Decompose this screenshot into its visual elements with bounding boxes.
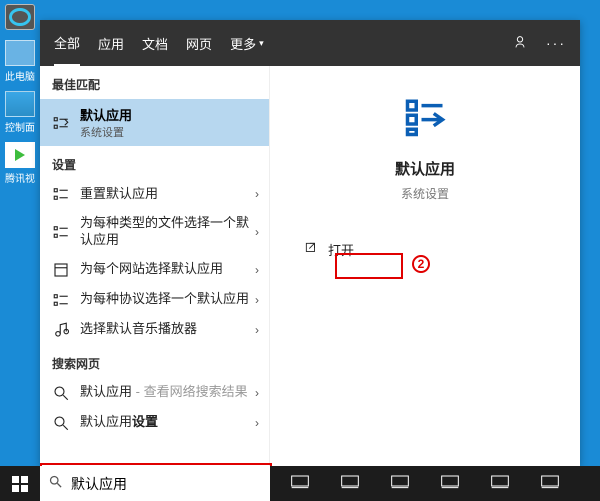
chevron-down-icon: ▾ — [259, 38, 264, 49]
filter-tabs: 全部 应用 文档 网页 更多 ▾ ··· — [40, 20, 580, 66]
search-icon — [52, 414, 70, 432]
taskbar-app-icon[interactable] — [490, 472, 510, 495]
open-icon — [304, 241, 318, 258]
web-result-default-apps-settings[interactable]: 默认应用设置 › — [40, 408, 269, 438]
taskbar-app-icon[interactable] — [340, 472, 360, 495]
open-label: 打开 — [328, 240, 354, 259]
settings-item-music-player[interactable]: 选择默认音乐播放器 › — [40, 315, 269, 345]
taskbar — [0, 466, 600, 501]
desktop-icon-this-pc[interactable]: 此电脑 — [0, 36, 40, 87]
chevron-right-icon: › — [255, 263, 259, 277]
best-match-subtitle: 系统设置 — [80, 124, 132, 140]
feedback-icon[interactable] — [512, 34, 528, 53]
chevron-right-icon: › — [255, 225, 259, 239]
protocol-icon — [52, 291, 70, 309]
music-icon — [52, 321, 70, 339]
default-apps-icon — [52, 114, 70, 132]
detail-title: 默认应用 — [395, 158, 455, 179]
settings-item-protocols[interactable]: 为每种协议选择一个默认应用 › — [40, 285, 269, 315]
desktop-icon-label: 控制面 — [5, 123, 35, 134]
tab-apps[interactable]: 应用 — [98, 22, 124, 65]
settings-item-file-types[interactable]: 为每种类型的文件选择一个默认应用 › — [40, 209, 269, 255]
best-match-title: 默认应用 — [80, 105, 132, 124]
chevron-right-icon: › — [255, 416, 259, 430]
taskbar-app-icon[interactable] — [390, 472, 410, 495]
tab-all[interactable]: 全部 — [54, 21, 80, 66]
task-view-icon[interactable] — [290, 472, 310, 495]
tab-more[interactable]: 更多 ▾ — [230, 22, 264, 65]
website-icon — [52, 261, 70, 279]
taskbar-app-icon[interactable] — [440, 472, 460, 495]
section-settings: 设置 — [40, 146, 269, 179]
options-icon[interactable]: ··· — [546, 35, 566, 51]
taskbar-search-input[interactable] — [71, 476, 262, 492]
start-button[interactable] — [0, 466, 40, 501]
chevron-right-icon: › — [255, 293, 259, 307]
reset-icon — [52, 185, 70, 203]
search-results-pane: 全部 应用 文档 网页 更多 ▾ ··· 最佳匹配 默认应用 系统设置 — [40, 20, 580, 466]
desktop-icon-control-panel[interactable]: 控制面 — [0, 87, 40, 138]
section-best-match: 最佳匹配 — [40, 66, 269, 99]
open-action[interactable]: 打开 — [296, 234, 580, 265]
chevron-right-icon: › — [255, 323, 259, 337]
best-match-default-apps[interactable]: 默认应用 系统设置 — [40, 99, 269, 146]
taskbar-pinned-apps — [270, 466, 600, 501]
settings-item-reset-defaults[interactable]: 重置默认应用 › — [40, 179, 269, 209]
annotation-number-2: 2 — [412, 255, 430, 273]
desktop-icon-label: 此电脑 — [5, 72, 35, 83]
desktop-icon-label: 腾讯视 — [5, 174, 35, 185]
search-icon — [52, 384, 70, 402]
chevron-right-icon: › — [255, 386, 259, 400]
tab-web[interactable]: 网页 — [186, 22, 212, 65]
detail-hero-icon — [404, 96, 446, 138]
file-type-icon — [52, 223, 70, 241]
desktop-icon-tencent-video[interactable]: 腾讯视 — [0, 138, 40, 189]
taskbar-app-icon[interactable] — [540, 472, 560, 495]
results-list: 最佳匹配 默认应用 系统设置 设置 重置默认应用 › 为每种类型的文件选择一个默… — [40, 20, 270, 466]
settings-item-websites[interactable]: 为每个网站选择默认应用 › — [40, 255, 269, 285]
chevron-right-icon: › — [255, 187, 259, 201]
tab-documents[interactable]: 文档 — [142, 22, 168, 65]
search-icon — [48, 474, 63, 494]
taskbar-search-box[interactable] — [40, 466, 270, 501]
web-result-default-apps[interactable]: 默认应用 - 查看网络搜索结果 › — [40, 378, 269, 408]
detail-subtitle: 系统设置 — [401, 185, 449, 202]
section-web: 搜索网页 — [40, 345, 269, 378]
desktop-icon-edge[interactable] — [0, 0, 40, 36]
